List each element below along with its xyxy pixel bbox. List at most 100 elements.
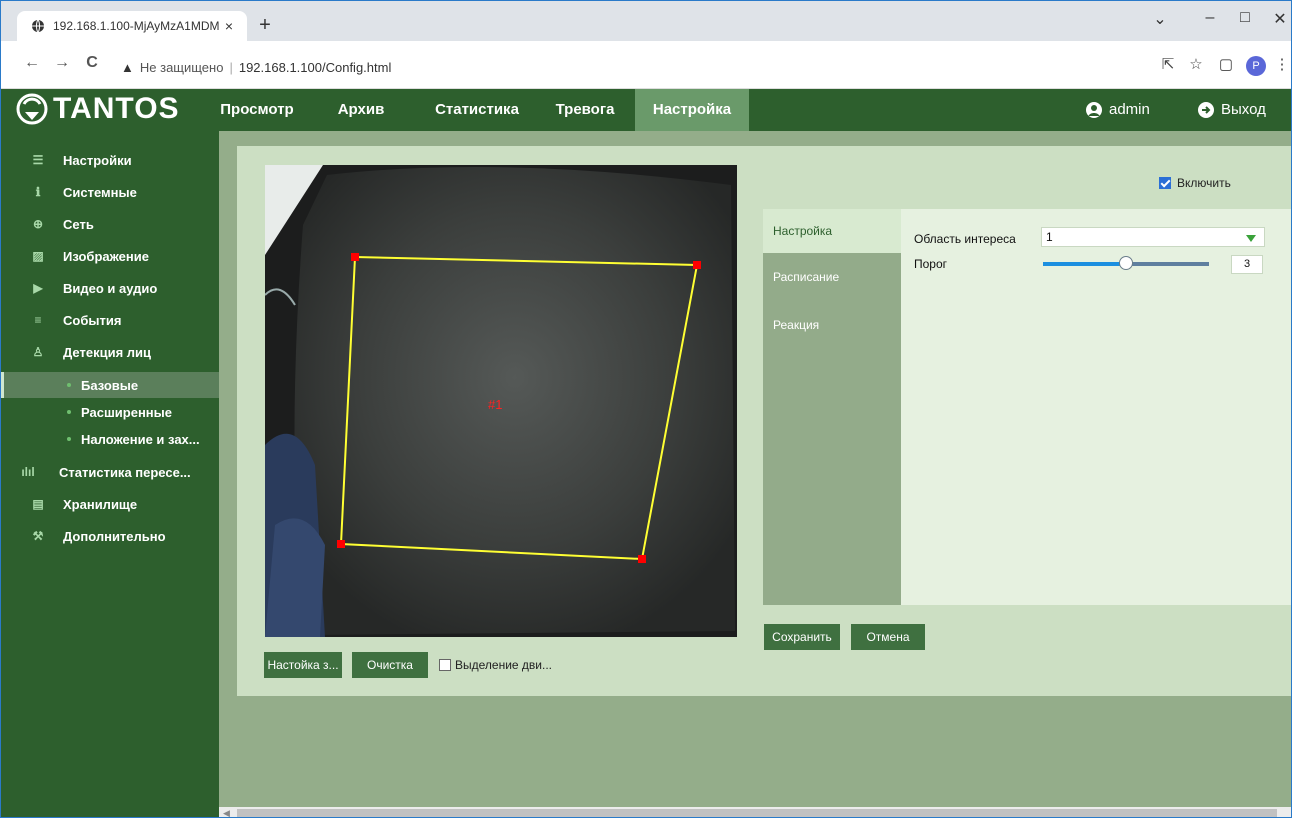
roi-vertex[interactable]: [693, 261, 701, 269]
roi-select[interactable]: 1: [1041, 227, 1265, 247]
browser-tab[interactable]: 192.168.1.100-MjAyMzA1MDMx ×: [17, 11, 247, 41]
bookmark-star-icon[interactable]: ☆: [1185, 55, 1207, 73]
globe-icon: ⊕: [32, 217, 44, 231]
side-panel-icon[interactable]: ▢: [1215, 55, 1237, 73]
roi-polygon[interactable]: [339, 255, 699, 561]
menu-statistics[interactable]: Статистика: [419, 89, 535, 131]
logout-icon: [1198, 102, 1214, 118]
roi-region-label: #1: [488, 397, 503, 412]
minimize-window-button[interactable]: –: [1195, 9, 1225, 27]
sidebar-item-label: Сеть: [63, 216, 94, 232]
tab-settings[interactable]: Настройка: [763, 209, 901, 253]
bar-chart-icon: ılıl: [21, 465, 35, 479]
bullet-icon: [67, 410, 71, 414]
events-icon: ≡: [34, 313, 42, 327]
sidebar-item-crossing-stats[interactable]: ılıl Статистика пересе...: [1, 456, 219, 488]
clear-button[interactable]: Очистка: [352, 652, 428, 678]
roi-vertex[interactable]: [337, 540, 345, 548]
menu-archive[interactable]: Архив: [317, 89, 405, 131]
browser-address-bar: ← → C ▲ Не защищено | 192.168.1.100/Conf…: [1, 41, 1291, 89]
browser-tab-strip: 192.168.1.100-MjAyMzA1MDMx × + ⌄ – □ ✕: [1, 1, 1291, 41]
info-icon: ℹ: [35, 185, 41, 199]
share-icon[interactable]: ⇱: [1157, 55, 1179, 73]
slider-fill: [1043, 262, 1126, 266]
sidebar-item-label: Дополнительно: [63, 528, 166, 544]
sidebar-item-label: Изображение: [63, 248, 149, 264]
forward-button[interactable]: →: [51, 54, 73, 72]
tantos-logo-icon: [16, 93, 48, 125]
storage-icon: ▤: [32, 497, 44, 511]
sidebar-item-label: Статистика пересе...: [59, 464, 191, 480]
tab-search-dropdown-icon[interactable]: ⌄: [1145, 9, 1175, 29]
sidebar-item-advanced-settings[interactable]: ⚒ Дополнительно: [1, 520, 219, 552]
menu-alarm[interactable]: Тревога: [543, 89, 627, 131]
scrollbar-thumb[interactable]: [237, 809, 1277, 817]
sidebar-item-system[interactable]: ℹ Системные: [1, 176, 219, 208]
enable-checkbox[interactable]: Включить: [1159, 176, 1231, 190]
horizontal-scrollbar[interactable]: ◀: [219, 807, 1291, 817]
roi-label: Область интереса: [914, 232, 1016, 246]
tab-reaction[interactable]: Реакция: [763, 303, 901, 347]
bullet-icon: [67, 437, 71, 441]
image-icon: ▨: [32, 249, 44, 263]
user-icon: [1086, 102, 1102, 118]
new-tab-button[interactable]: +: [253, 15, 277, 37]
checkbox-box[interactable]: [439, 659, 451, 671]
user-menu[interactable]: admin: [1085, 89, 1150, 131]
sidebar-item-face-detection[interactable]: ♙ Детекция лиц: [1, 336, 219, 368]
menu-view[interactable]: Просмотр: [203, 89, 311, 131]
sidebar-item-settings[interactable]: ☰ Настройки: [1, 144, 219, 176]
warning-icon: ▲: [121, 60, 134, 75]
app-header: TANTOS Просмотр Архив Статистика Тревога…: [1, 89, 1291, 131]
browser-tab-title: 192.168.1.100-MjAyMzA1MDMx: [53, 19, 219, 33]
sidebar-item-label: Видео и аудио: [63, 280, 158, 296]
close-tab-icon[interactable]: ×: [219, 18, 239, 34]
url-text: 192.168.1.100/Config.html: [238, 60, 392, 75]
bullet-icon: [67, 383, 71, 387]
slider-thumb[interactable]: [1119, 256, 1133, 270]
tantos-logo: TANTOS: [15, 92, 180, 126]
sidebar-subitem-label: Наложение и зах...: [81, 431, 200, 447]
threshold-slider[interactable]: [1043, 256, 1209, 270]
sidebar-item-image[interactable]: ▨ Изображение: [1, 240, 219, 272]
logout-button[interactable]: Выход: [1197, 89, 1266, 131]
sidebar-item-label: Системные: [63, 184, 137, 200]
video-preview[interactable]: #1: [265, 165, 737, 637]
url-field[interactable]: ▲ Не защищено | 192.168.1.100/Config.htm…: [121, 60, 391, 75]
roi-vertex[interactable]: [638, 555, 646, 563]
enable-label: Включить: [1177, 176, 1231, 190]
sidebar-subitem-basic[interactable]: Базовые: [1, 372, 219, 398]
checkbox-checked-icon[interactable]: [1159, 177, 1171, 189]
motion-select-label: Выделение дви...: [455, 658, 553, 672]
sidebar-item-storage[interactable]: ▤ Хранилище: [1, 488, 219, 520]
sidebar-subitem-advanced[interactable]: Расширенные: [1, 399, 219, 425]
roi-vertex[interactable]: [351, 253, 359, 261]
sidebar-item-video-audio[interactable]: ▶ Видео и аудио: [1, 272, 219, 304]
reload-button[interactable]: C: [81, 54, 103, 72]
close-window-button[interactable]: ✕: [1265, 9, 1291, 29]
save-button[interactable]: Сохранить: [764, 624, 840, 650]
globe-favicon-icon: [32, 19, 44, 33]
motion-select-checkbox[interactable]: Выделение дви...: [439, 658, 552, 672]
threshold-value-field[interactable]: 3: [1231, 255, 1263, 274]
cancel-button[interactable]: Отмена: [851, 624, 925, 650]
menu-settings[interactable]: Настройка: [635, 89, 749, 131]
tools-icon: ⚒: [32, 529, 44, 543]
roi-select-value: 1: [1046, 230, 1053, 244]
sidebar-item-network[interactable]: ⊕ Сеть: [1, 208, 219, 240]
tab-schedule[interactable]: Расписание: [763, 255, 901, 299]
sidebar-subitem-label: Расширенные: [81, 404, 172, 420]
video-icon: ▶: [33, 281, 43, 295]
dropdown-arrow-icon: [1246, 235, 1256, 242]
kebab-menu-icon[interactable]: ⋮: [1271, 55, 1291, 73]
scroll-left-icon[interactable]: ◀: [223, 807, 230, 817]
sidebar-item-events[interactable]: ≡ События: [1, 304, 219, 336]
profile-avatar[interactable]: P: [1246, 56, 1266, 76]
maximize-window-button[interactable]: □: [1230, 9, 1260, 27]
back-button[interactable]: ←: [21, 54, 43, 72]
threshold-label: Порог: [914, 257, 948, 271]
not-secure-label: Не защищено: [139, 60, 224, 75]
setup-zone-button[interactable]: Настойка з...: [264, 652, 342, 678]
sidebar-subitem-overlay[interactable]: Наложение и зах...: [1, 426, 219, 452]
sidebar-item-label: Хранилище: [63, 496, 138, 512]
